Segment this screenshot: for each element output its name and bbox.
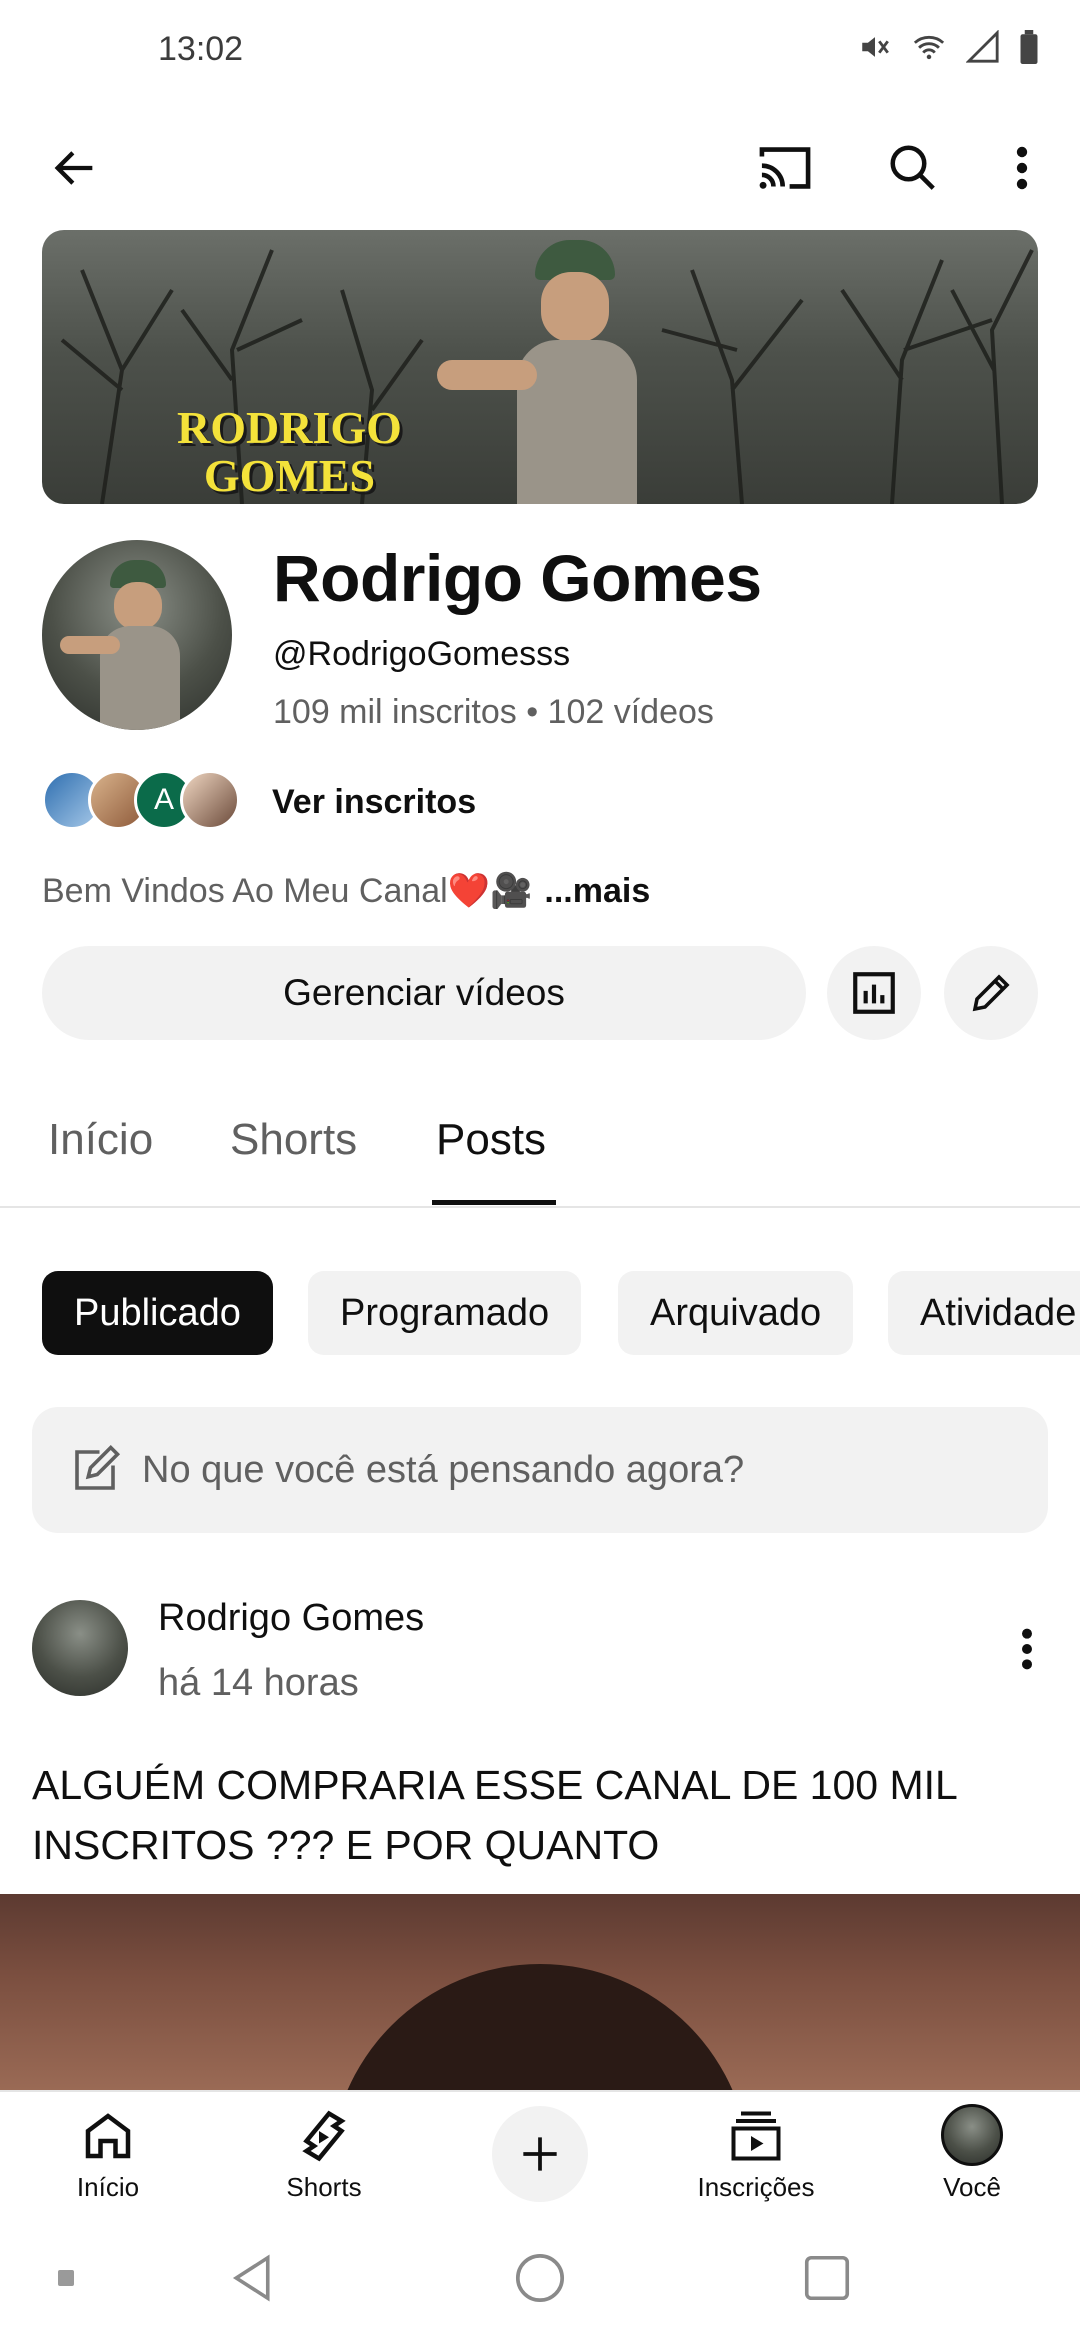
banner-title-line2: GOMES: [203, 450, 376, 501]
banner-title: RODRIGO GOMES: [177, 404, 402, 500]
compose-icon: [75, 1444, 121, 1490]
tabs-divider: [0, 1206, 1080, 1208]
nav-inicio[interactable]: Início: [18, 2092, 198, 2222]
home-icon: [85, 2113, 131, 2159]
analytics-button[interactable]: [827, 946, 921, 1040]
composer-placeholder: No que você está pensando agora?: [142, 1448, 745, 1491]
nav-create[interactable]: [450, 2092, 630, 2222]
analytics-icon: [853, 972, 895, 1014]
post-body-text: ALGUÉM COMPRARIA ESSE CANAL DE 100 MIL I…: [32, 1762, 957, 1868]
subscriber-avatars[interactable]: A: [42, 768, 240, 832]
nav-inscricoes[interactable]: Inscrições: [666, 2092, 846, 2222]
bottom-navigation: Início Shorts Inscrições Você: [0, 2090, 1080, 2222]
channel-avatar[interactable]: [42, 540, 232, 730]
system-recents-icon[interactable]: [800, 2250, 854, 2306]
nav-voce-label: Você: [943, 2172, 1001, 2202]
user-avatar: [941, 2104, 1003, 2166]
bio-text: Bem Vindos Ao Meu Canal❤️🎥: [42, 872, 533, 910]
banner-title-line1: RODRIGO: [177, 402, 402, 453]
nav-shorts[interactable]: Shorts: [234, 2092, 414, 2222]
search-icon: [890, 145, 935, 190]
view-subscribers-link[interactable]: Ver inscritos: [272, 783, 476, 822]
cast-icon: [759, 147, 811, 189]
post-author-name[interactable]: Rodrigo Gomes: [158, 1597, 424, 1640]
edit-channel-button[interactable]: [944, 946, 1038, 1040]
chip-arquivado[interactable]: Arquivado: [618, 1271, 854, 1355]
manage-videos-button[interactable]: Gerenciar vídeos: [42, 946, 806, 1040]
channel-name: Rodrigo Gomes: [273, 541, 762, 615]
banner-person-figure: [437, 240, 677, 504]
subscriber-avatar: [180, 770, 240, 830]
tab-posts[interactable]: Posts: [436, 1115, 546, 1165]
pencil-icon: [972, 974, 1010, 1012]
system-navigation-bar: [0, 2220, 1080, 2340]
tab-inicio[interactable]: Início: [48, 1115, 153, 1165]
shorts-icon: [302, 2110, 346, 2162]
chip-atividade[interactable]: Atividade: [888, 1271, 1080, 1355]
nav-inscricoes-label: Inscrições: [697, 2172, 815, 2202]
status-icons: [858, 30, 1040, 64]
mute-icon: [862, 37, 889, 57]
more-vert-icon: [1016, 146, 1028, 190]
nav-voce[interactable]: Você: [882, 2092, 1062, 2222]
status-time: 13:02: [158, 30, 244, 68]
nav-dot-icon: [58, 2270, 74, 2286]
create-button-circle: [492, 2106, 588, 2202]
signal-icon: [966, 30, 999, 63]
wifi-icon: [913, 35, 945, 60]
channel-stats: 109 mil inscritos • 102 vídeos: [273, 693, 714, 731]
post-image[interactable]: [0, 1894, 1080, 2090]
post-composer[interactable]: No que você está pensando agora?: [32, 1407, 1048, 1533]
post-menu-button[interactable]: [1020, 1626, 1034, 1677]
nav-shorts-label: Shorts: [286, 2172, 362, 2202]
more-options-button[interactable]: [1000, 136, 1044, 200]
back-button[interactable]: [40, 136, 110, 200]
channel-description[interactable]: Bem Vindos Ao Meu Canal❤️🎥 ...mais: [42, 871, 650, 911]
plus-icon: [523, 2137, 557, 2171]
battery-icon: [1020, 30, 1038, 64]
cast-button[interactable]: [752, 136, 818, 200]
back-arrow-icon: [54, 151, 93, 185]
bio-more-link[interactable]: ...mais: [544, 872, 650, 911]
channel-banner[interactable]: RODRIGO GOMES: [42, 230, 1038, 504]
channel-handle: @RodrigoGomesss: [273, 635, 571, 673]
system-home-icon[interactable]: [512, 2250, 568, 2306]
system-back-icon[interactable]: [225, 2250, 279, 2306]
chip-publicado[interactable]: Publicado: [42, 1271, 273, 1355]
subscriptions-icon: [731, 2111, 781, 2161]
nav-inicio-label: Início: [76, 2172, 140, 2202]
chip-programado[interactable]: Programado: [308, 1271, 582, 1355]
search-button[interactable]: [880, 136, 946, 200]
post-timestamp: há 14 horas: [158, 1662, 359, 1704]
active-tab-indicator: [432, 1200, 556, 1205]
post-author-avatar[interactable]: [32, 1600, 128, 1696]
tab-shorts[interactable]: Shorts: [230, 1115, 357, 1165]
more-vert-icon: [1022, 1628, 1032, 1670]
